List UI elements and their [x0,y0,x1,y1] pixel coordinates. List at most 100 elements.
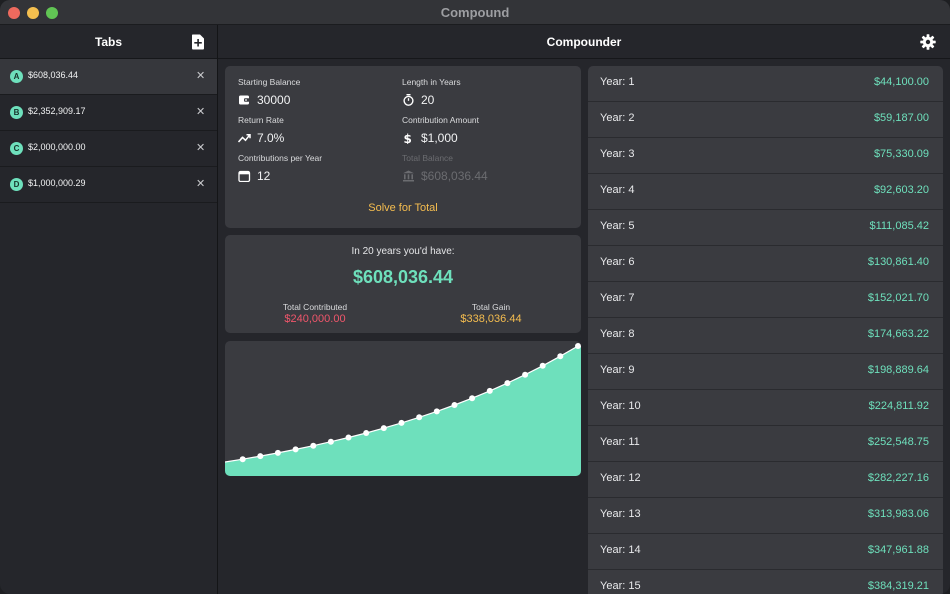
tab-item[interactable]: D $1,000,000.29 ✕ [0,167,217,203]
total-balance-label: Total Balance [402,153,454,163]
year-label: Year: 14 [600,544,641,556]
trend-icon [238,134,251,143]
contribution-amount-input[interactable]: $1,000 [421,131,458,145]
year-value: $152,021.70 [867,292,929,304]
year-row: Year: 14 $347,961.88 [588,534,943,570]
year-row: Year: 1 $44,100.00 [588,66,943,102]
tab-item[interactable]: C $2,000,000.00 ✕ [0,131,217,167]
contributions-per-year-input[interactable]: 12 [257,169,270,183]
main-title: Compounder [546,35,622,49]
data-point [257,453,264,460]
year-label: Year: 5 [600,220,635,232]
stopwatch-icon [403,94,414,106]
year-label: Year: 3 [600,148,635,160]
sidebar: Tabs A $608,036.44 ✕ B $2,352,909.17 ✕ C… [0,25,218,594]
tab-item[interactable]: A $608,036.44 ✕ [0,59,217,95]
contributions-per-year-field[interactable]: Contributions per Year 12 [238,153,322,183]
year-value: $111,085.42 [869,220,929,232]
year-label: Year: 10 [600,400,641,412]
return-rate-input[interactable]: 7.0% [257,131,284,145]
year-row: Year: 6 $130,861.40 [588,246,943,282]
total-gain-value: $338,036.44 [460,313,522,325]
starting-balance-input[interactable]: 30000 [257,93,290,107]
main-header: Compounder [218,25,950,59]
return-rate-label: Return Rate [238,115,284,125]
year-label: Year: 13 [600,508,641,520]
year-row: Year: 11 $252,548.75 [588,426,943,462]
year-value: $75,330.09 [873,148,929,160]
tab-badge: B [10,106,23,119]
year-label: Year: 12 [600,472,641,484]
data-point [239,456,246,463]
close-tab-icon[interactable]: ✕ [196,141,205,155]
dollar-icon: $ [404,132,412,144]
starting-balance-label: Starting Balance [238,77,301,87]
year-row: Year: 15 $384,319.21 [588,570,943,594]
data-point [557,353,564,360]
year-label: Year: 8 [600,328,635,340]
result-caption: In 20 years you'd have: [351,246,455,257]
starting-balance-field[interactable]: Starting Balance 30000 [238,77,300,107]
tab-badge: A [10,70,23,83]
growth-chart-svg [225,343,581,476]
data-point [363,430,370,436]
year-label: Year: 6 [600,256,635,268]
bank-icon [403,170,414,182]
window-title: Compound [440,5,510,20]
return-rate-field[interactable]: Return Rate 7.0% [238,115,284,145]
tab-label: $1,000,000.29 [28,178,86,188]
total-contributed-label: Total Contributed [282,302,348,312]
data-point [398,419,405,426]
data-point [469,395,476,402]
year-value: $313,983.06 [867,508,929,520]
growth-area [225,346,581,476]
year-value: $92,603.20 [873,184,929,196]
year-label: Year: 15 [600,580,641,592]
year-value: $282,227.16 [867,472,929,484]
year-value: $198,889.64 [867,364,929,376]
year-value: $224,811.92 [868,400,929,412]
data-point [274,449,281,456]
year-row: Year: 3 $75,330.09 [588,138,943,174]
tab-item[interactable]: B $2,352,909.17 ✕ [0,95,217,131]
year-value: $384,319.21 [867,580,929,592]
year-value: $174,663.22 [867,328,929,340]
total-balance-field: Total Balance $608,036.44 [402,153,488,183]
data-point [345,434,352,441]
length-in-years-input[interactable]: 20 [421,93,434,107]
year-value: $252,548.75 [867,436,929,448]
data-point [292,446,299,453]
year-row: Year: 9 $198,889.64 [588,354,943,390]
contribution-amount-field[interactable]: Contribution Amount $ $1,000 [402,115,479,145]
result-card: In 20 years you'd have: $608,036.44 Tota… [225,235,581,333]
tab-badge: D [10,178,23,191]
close-tab-icon[interactable]: ✕ [196,69,205,83]
app-window: Compound Tabs A $608,036.44 ✕ B $2,352,9… [0,0,950,594]
data-point [486,387,493,394]
length-in-years-field[interactable]: Length in Years 20 [402,77,461,107]
year-row: Year: 12 $282,227.16 [588,462,943,498]
close-tab-icon[interactable]: ✕ [196,105,205,119]
data-point [575,343,581,349]
contribution-amount-label: Contribution Amount [402,115,480,125]
solve-for-total-button[interactable]: Solve for Total [225,202,581,214]
total-gain-stat: Total Gain $338,036.44 [411,302,571,325]
gear-icon[interactable] [920,34,936,50]
year-value: $130,861.40 [867,256,929,268]
close-tab-icon[interactable]: ✕ [196,177,205,191]
growth-chart [225,341,581,476]
year-row: Year: 5 $111,085.42 [588,210,943,246]
contributions-per-year-label: Contributions per Year [238,153,323,163]
result-total: $608,036.44 [352,267,454,287]
sidebar-header: Tabs [0,25,217,59]
data-point [433,408,440,415]
year-value: $59,187.00 [873,112,929,124]
year-value: $44,100.00 [873,76,929,88]
year-label: Year: 9 [600,364,635,376]
tab-list: A $608,036.44 ✕ B $2,352,909.17 ✕ C $2,0… [0,59,217,203]
year-row: Year: 4 $92,603.20 [588,174,943,210]
new-tab-icon[interactable] [191,34,205,50]
year-row: Year: 10 $224,811.92 [588,390,943,426]
data-point [327,438,334,445]
data-point [380,425,387,432]
